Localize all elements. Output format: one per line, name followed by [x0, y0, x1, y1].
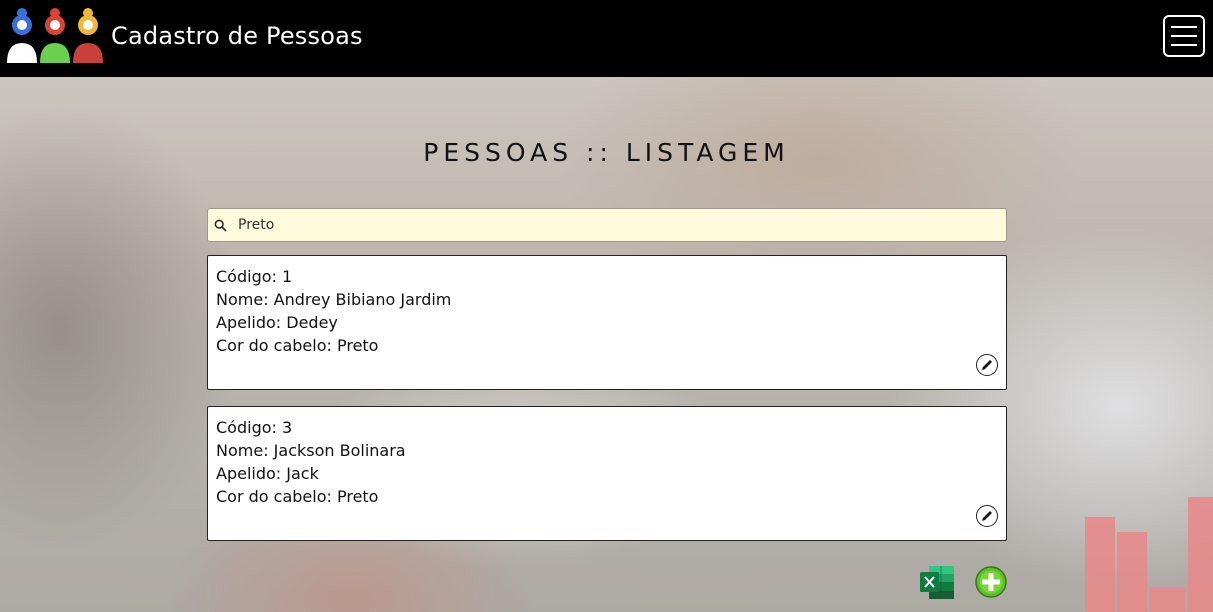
person-card: Código: 3 Nome: Jackson Bolinara Apelido…: [207, 406, 1007, 541]
page-title: PESSOAS :: LISTAGEM: [423, 138, 790, 167]
edit-button[interactable]: [976, 505, 998, 527]
search-input[interactable]: [234, 209, 994, 241]
person-code: Código: 3: [216, 418, 293, 437]
hamburger-menu-button[interactable]: [1163, 15, 1205, 57]
pencil-icon: [982, 511, 992, 521]
person-name: Nome: Andrey Bibiano Jardim: [216, 290, 452, 309]
person-card: Código: 1 Nome: Andrey Bibiano Jardim Ap…: [207, 255, 1007, 390]
person-code: Código: 1: [216, 267, 293, 286]
excel-icon[interactable]: [920, 566, 954, 599]
hamburger-menu-icon: [1171, 26, 1197, 28]
person-hair-color: Cor do cabelo: Preto: [216, 487, 379, 506]
pencil-icon: [982, 360, 992, 370]
people-group-icon: [7, 8, 103, 63]
plus-circle-icon[interactable]: [975, 566, 1007, 598]
navbar: Cadastro de Pessoas: [0, 0, 1213, 77]
search-box[interactable]: [207, 208, 1007, 242]
person-nickname: Apelido: Jack: [216, 464, 319, 483]
edit-button[interactable]: [976, 354, 998, 376]
person-name: Nome: Jackson Bolinara: [216, 441, 406, 460]
person-nickname: Apelido: Dedey: [216, 313, 338, 332]
hamburger-menu-icon: [1171, 35, 1197, 37]
hamburger-menu-icon: [1171, 44, 1197, 46]
person-hair-color: Cor do cabelo: Preto: [216, 336, 379, 355]
search-icon: [214, 219, 227, 232]
app-title[interactable]: Cadastro de Pessoas: [111, 22, 363, 50]
